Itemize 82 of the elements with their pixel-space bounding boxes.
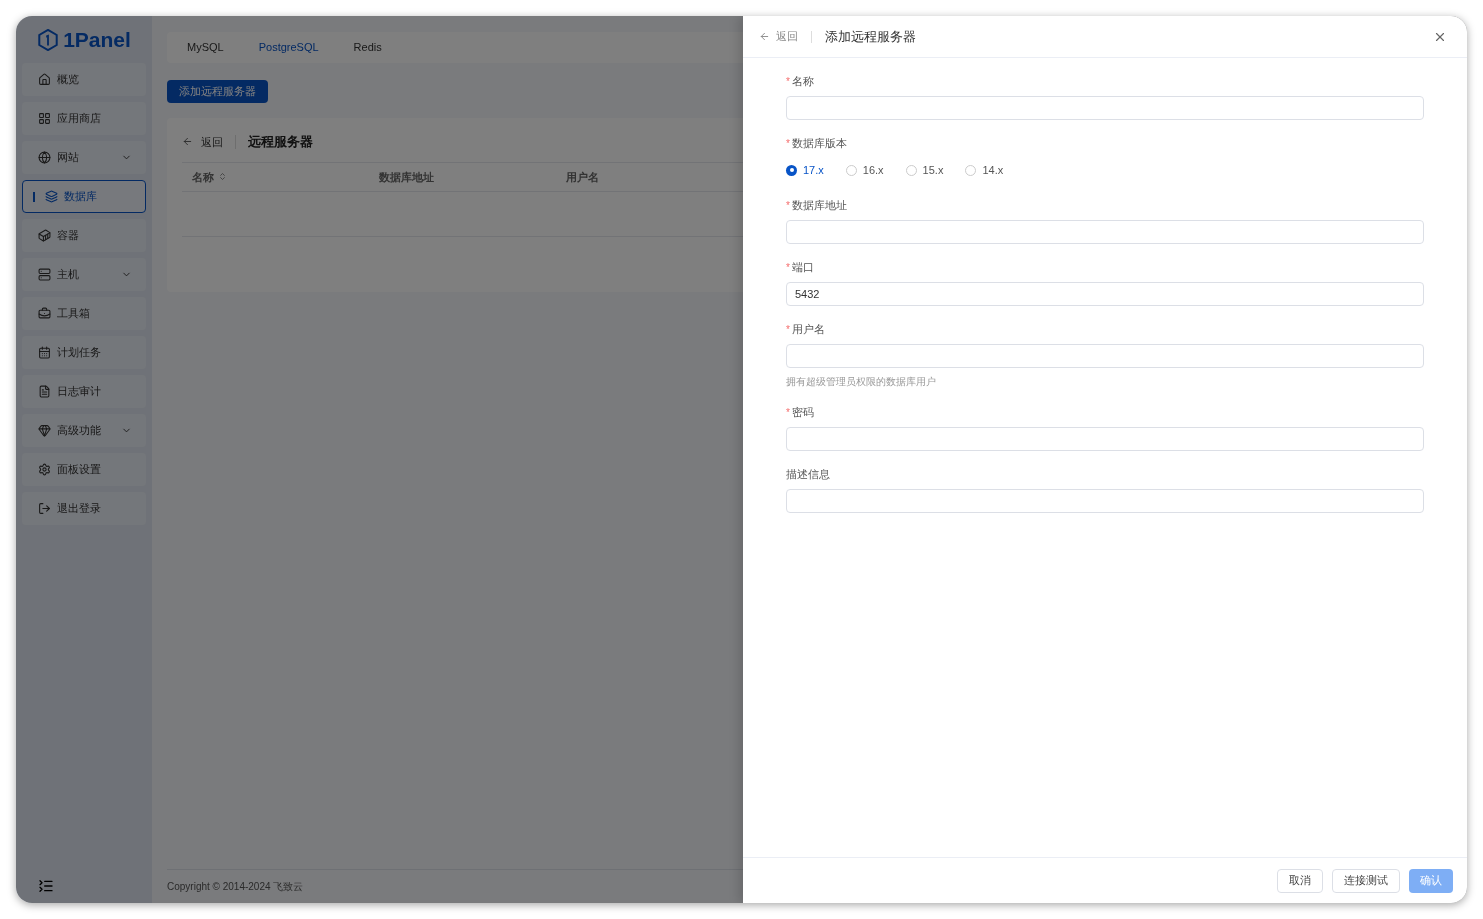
sidebar-label: 容器 (57, 228, 80, 244)
sidebar-label: 日志审计 (57, 384, 102, 400)
column-header: 数据库地址 (379, 169, 434, 185)
container-icon (38, 229, 51, 242)
required-mark: * (786, 260, 790, 275)
back-link[interactable]: 返回 (201, 133, 223, 150)
input-field[interactable] (786, 344, 1424, 368)
required-mark: * (786, 74, 790, 89)
database-tab[interactable]: MySQL (187, 39, 224, 56)
sidebar-item[interactable]: 容器 (22, 219, 146, 252)
logout-icon (38, 502, 51, 515)
copyright-text: Copyright © 2014-2024 飞致云 (167, 880, 304, 894)
logo-text: 1Panel (63, 26, 131, 53)
sidebar-label: 工具箱 (57, 306, 91, 322)
sidebar-item[interactable]: 计划任务 (22, 336, 146, 369)
add-remote-server-button[interactable]: 添加远程服务器 (167, 79, 268, 103)
radio-button[interactable] (786, 164, 797, 176)
field-label: 数据库地址 (791, 197, 847, 213)
required-mark: * (786, 405, 790, 420)
field-label: 数据库版本 (791, 135, 847, 151)
briefcase-icon (38, 307, 51, 320)
sidebar-label: 数据库 (64, 189, 98, 205)
radio-option[interactable]: 17.x (786, 161, 824, 179)
input-field[interactable]: 5432 (786, 282, 1424, 306)
sidebar-item[interactable]: 高级功能 (22, 414, 146, 447)
field-label: 名称 (791, 73, 814, 89)
required-mark: * (786, 198, 790, 213)
sidebar-item[interactable]: 概览 (22, 63, 146, 96)
globe-icon (38, 151, 51, 164)
radio-option[interactable]: 15.x (905, 161, 944, 179)
input-field[interactable] (786, 220, 1424, 244)
menu-icon[interactable] (38, 878, 54, 894)
sidebar-item[interactable]: 网站 (22, 141, 146, 174)
gem-icon (38, 424, 51, 437)
grid-icon (38, 112, 51, 125)
layers-icon (45, 190, 58, 203)
sidebar-item[interactable]: 应用商店 (22, 102, 146, 135)
input-field[interactable] (786, 489, 1424, 513)
column-header: 名称 (192, 169, 214, 185)
settings-icon (38, 463, 51, 476)
sidebar-label: 退出登录 (57, 501, 102, 517)
sidebar-label: 应用商店 (57, 111, 102, 127)
sidebar-item[interactable]: 数据库 (22, 180, 146, 213)
input-field[interactable] (786, 96, 1424, 120)
sidebar-item[interactable]: 退出登录 (22, 492, 146, 525)
radio-option[interactable]: 14.x (965, 161, 1004, 179)
back-arrow-icon[interactable] (182, 136, 193, 148)
footer-button[interactable]: 取消 (1277, 868, 1323, 893)
required-mark: * (786, 136, 790, 151)
server-icon (38, 268, 51, 281)
radio-option[interactable]: 16.x (845, 161, 884, 179)
calendar-icon (38, 346, 51, 359)
sidebar-item[interactable]: 主机 (22, 258, 146, 291)
sidebar-item[interactable]: 面板设置 (22, 453, 146, 486)
drawer-title: 添加远程服务器 (825, 27, 916, 46)
field-label: 端口 (791, 259, 814, 275)
input-field[interactable] (786, 427, 1424, 451)
back-arrow-icon[interactable] (759, 31, 770, 42)
sort-icon[interactable] (218, 172, 227, 182)
sidebar-label: 网站 (57, 150, 80, 166)
sidebar-label: 面板设置 (57, 462, 102, 478)
active-indicator (33, 191, 35, 202)
sidebar-label: 高级功能 (57, 423, 102, 439)
logo-icon (37, 28, 60, 51)
database-tab[interactable]: PostgreSQL (258, 39, 319, 56)
sidebar-label: 主机 (57, 267, 80, 283)
field-label: 描述信息 (786, 466, 830, 482)
required-mark: * (786, 322, 790, 337)
page-title: 远程服务器 (248, 133, 313, 151)
house-icon (38, 73, 51, 86)
database-tab[interactable]: Redis (353, 39, 382, 56)
field-label: 用户名 (791, 321, 825, 337)
back-link[interactable]: 返回 (776, 28, 798, 45)
document-icon (38, 385, 51, 398)
sidebar-label: 概览 (57, 72, 80, 88)
column-header: 用户名 (566, 169, 599, 185)
sidebar-item[interactable]: 日志审计 (22, 375, 146, 408)
sidebar-label: 计划任务 (57, 345, 102, 361)
field-hint: 拥有超级管理员权限的数据库用户 (786, 375, 937, 389)
sidebar-item[interactable]: 工具箱 (22, 297, 146, 330)
footer-button[interactable]: 连接测试 (1332, 868, 1400, 893)
field-label: 密码 (791, 404, 814, 420)
